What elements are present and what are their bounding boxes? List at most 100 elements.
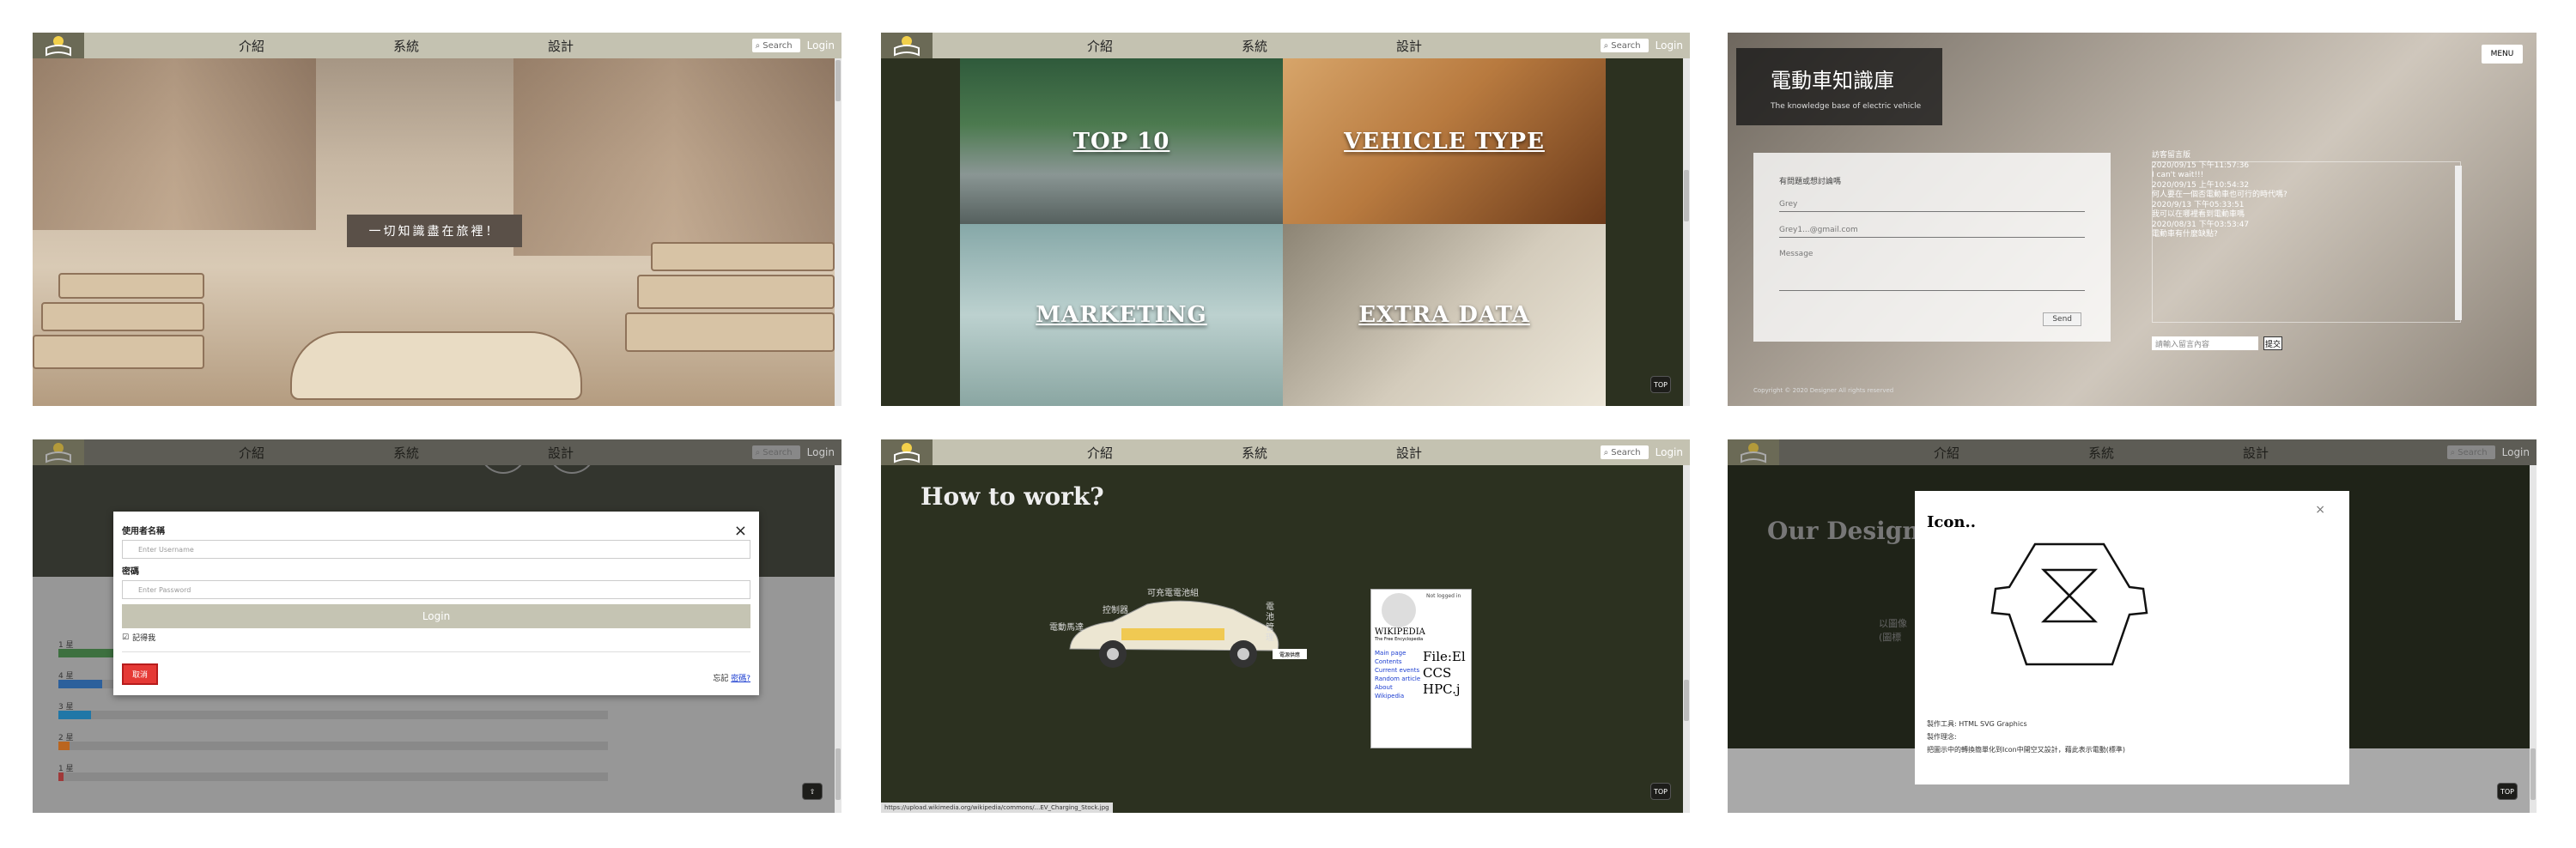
login-link[interactable]: Login	[807, 446, 835, 458]
book-lamp-logo[interactable]	[881, 33, 933, 58]
page-scrollbar[interactable]	[1683, 58, 1690, 406]
nav-link-design[interactable]: 設計	[548, 37, 574, 55]
wiki-link[interactable]: Main page	[1375, 649, 1423, 657]
search-input[interactable]: ⌕ Search	[2446, 445, 2495, 459]
nav-link-design[interactable]: 設計	[2243, 444, 2269, 462]
our-design-view: Our Design 以圖像 (圖標 介紹 系統 設計 ⌕ Search Login…	[1728, 439, 2537, 813]
login-modal: × 使用者名稱 Enter Username 密碼 Enter Password…	[113, 512, 759, 695]
search-icon: ⌕	[1603, 447, 1609, 457]
search-input[interactable]: ⌕ Search	[751, 39, 800, 52]
nav-link-design[interactable]: 設計	[1396, 37, 1422, 55]
book-lamp-logo[interactable]	[33, 33, 84, 58]
guestbook-submit-button[interactable]: 提交	[2263, 336, 2282, 350]
nav-link-system[interactable]: 系統	[1242, 444, 1267, 462]
wikipedia-embed[interactable]: WIKIPEDIA The Free Encyclopedia Not logg…	[1370, 589, 1472, 748]
back-to-top-button[interactable]: TOP	[1650, 783, 1671, 800]
tile-vehicle-type[interactable]: VEHICLE TYPE	[1283, 58, 1606, 224]
password-label: 密碼	[122, 567, 139, 577]
page-scrollbar[interactable]	[835, 465, 841, 813]
book-lamp-logo[interactable]	[881, 439, 933, 465]
book-lamp-logo[interactable]	[33, 439, 84, 465]
section-title: Our Design	[1767, 517, 1920, 545]
nav-link-system[interactable]: 系統	[393, 444, 419, 462]
nav-link-system[interactable]: 系統	[2088, 444, 2114, 462]
remember-checkbox[interactable]: ☑	[122, 633, 129, 642]
password-input[interactable]: Enter Password	[122, 580, 750, 599]
back-to-top-button[interactable]: TOP	[2497, 783, 2518, 800]
wiki-link[interactable]: About Wikipedia	[1375, 683, 1423, 700]
top-nav: 介紹 系統 設計 ⌕ Search Login	[33, 33, 841, 58]
search-input[interactable]: ⌕ Search	[751, 445, 800, 459]
site-brand: 電動車知識庫 The knowledge base of electric ve…	[1736, 48, 1942, 125]
nav-link-intro[interactable]: 介紹	[239, 444, 264, 462]
guestbook-input[interactable]: 請輸入留言內容	[2152, 336, 2258, 350]
forgot-password-link[interactable]: 密碼?	[731, 675, 750, 683]
nav-link-intro[interactable]: 介紹	[1934, 444, 1959, 462]
username-input[interactable]: Enter Username	[122, 540, 750, 559]
nav-link-intro[interactable]: 介紹	[1087, 37, 1113, 55]
nav-link-intro[interactable]: 介紹	[239, 37, 264, 55]
wikipedia-globe-icon	[1382, 593, 1416, 627]
search-icon: ⌕	[2450, 447, 2456, 457]
hero-quote: 一切知識盡在旅裡！	[347, 215, 522, 247]
close-icon[interactable]: ×	[2315, 503, 2325, 517]
nav-link-design[interactable]: 設計	[1396, 444, 1422, 462]
car-label-motor: 電動馬達	[1049, 623, 1084, 633]
top-nav: 介紹 系統 設計 ⌕ Search Login	[33, 439, 841, 465]
icon-detail-modal: × Icon.. 製作工具: HTML SVG Graphics 製作理念: 把…	[1915, 491, 2349, 784]
category-tiles-view: TOP 10 VEHICLE TYPE MARKETING EXTRA DATA…	[881, 33, 1690, 406]
nav-link-system[interactable]: 系統	[393, 37, 419, 55]
back-to-top-button[interactable]: ⇧	[802, 783, 823, 800]
search-input[interactable]: ⌕ Search	[1600, 445, 1649, 459]
remember-label: 記得我	[132, 634, 156, 643]
login-link[interactable]: Login	[1656, 446, 1683, 458]
car-label-bms: 電池管理	[1266, 603, 1274, 643]
contact-form: 有問題或想討論嗎 Grey Grey1...@gmail.com Message…	[1753, 153, 2111, 342]
name-field[interactable]: Grey	[1779, 193, 2085, 212]
home-hero-view: 一切知識盡在旅裡！ 介紹 系統 設計 ⌕ Search Login	[33, 33, 841, 406]
section-title: How to work?	[920, 482, 1104, 511]
page-scrollbar[interactable]	[835, 58, 841, 406]
search-icon: ⌕	[1603, 40, 1609, 51]
nav-link-system[interactable]: 系統	[1242, 37, 1267, 55]
brand-title: 電動車知識庫	[1771, 69, 1894, 93]
page-scrollbar[interactable]	[2530, 465, 2537, 813]
screenshot-grid: 一切知識盡在旅裡！ 介紹 系統 設計 ⌕ Search Login TOP 10 …	[0, 0, 2576, 848]
how-it-works-view: How to work? 電動馬達 控制器 可充電電池組 電池管理 電源供應 W…	[881, 439, 1690, 813]
close-icon[interactable]: ×	[734, 522, 747, 540]
ev-car-outline-icon	[1990, 542, 2148, 666]
search-icon: ⌕	[755, 447, 761, 457]
category-grid: TOP 10 VEHICLE TYPE MARKETING EXTRA DATA	[960, 58, 1606, 406]
concept-text: 把圖示中的轉換簡單化到Icon中開空又設計，藉此表示電動(標準)	[1927, 746, 2125, 754]
cancel-button[interactable]: 取消	[122, 663, 159, 685]
login-modal-view: 1 星 4 星 3 星 2 星 1 星 介紹 系統 設計 ⌕ Search Log…	[33, 439, 841, 813]
status-bar-url: https://upload.wikimedia.org/wikipedia/c…	[881, 803, 1113, 813]
top-nav: 介紹 系統 設計 ⌕ Search Login	[1728, 439, 2537, 465]
car-label-battery: 可充電電池組	[1147, 589, 1199, 598]
footer-copyright: Copyright © 2020 Designer All rights res…	[1753, 387, 1894, 394]
login-button[interactable]: Login	[122, 604, 750, 628]
nav-link-design[interactable]: 設計	[548, 444, 574, 462]
tile-marketing[interactable]: MARKETING	[960, 224, 1283, 406]
design-text: 以圖像 (圖標	[1879, 618, 1907, 643]
email-field[interactable]: Grey1...@gmail.com	[1779, 219, 2085, 238]
contact-guestbook-view: 電動車知識庫 The knowledge base of electric ve…	[1728, 33, 2537, 406]
tile-extra-data[interactable]: EXTRA DATA	[1283, 224, 1606, 406]
back-to-top-button[interactable]: TOP	[1650, 376, 1671, 393]
message-textarea[interactable]: Message	[1779, 245, 2085, 291]
wiki-link[interactable]: Contents	[1375, 657, 1423, 666]
wiki-link[interactable]: Current events	[1375, 666, 1423, 675]
login-link[interactable]: Login	[1656, 39, 1683, 51]
search-input[interactable]: ⌕ Search	[1600, 39, 1649, 52]
concept-label: 製作理念:	[1927, 733, 1957, 741]
send-button[interactable]: Send	[2043, 312, 2081, 326]
login-link[interactable]: Login	[807, 39, 835, 51]
login-link[interactable]: Login	[2502, 446, 2530, 458]
wiki-link[interactable]: Random article	[1375, 675, 1423, 683]
made-with-text: 製作工具: HTML SVG Graphics	[1927, 720, 2027, 728]
page-scrollbar[interactable]	[1683, 465, 1690, 813]
book-lamp-logo[interactable]	[1728, 439, 1779, 465]
tile-top10[interactable]: TOP 10	[960, 58, 1283, 224]
menu-button[interactable]: MENU	[2482, 45, 2523, 64]
nav-link-intro[interactable]: 介紹	[1087, 444, 1113, 462]
